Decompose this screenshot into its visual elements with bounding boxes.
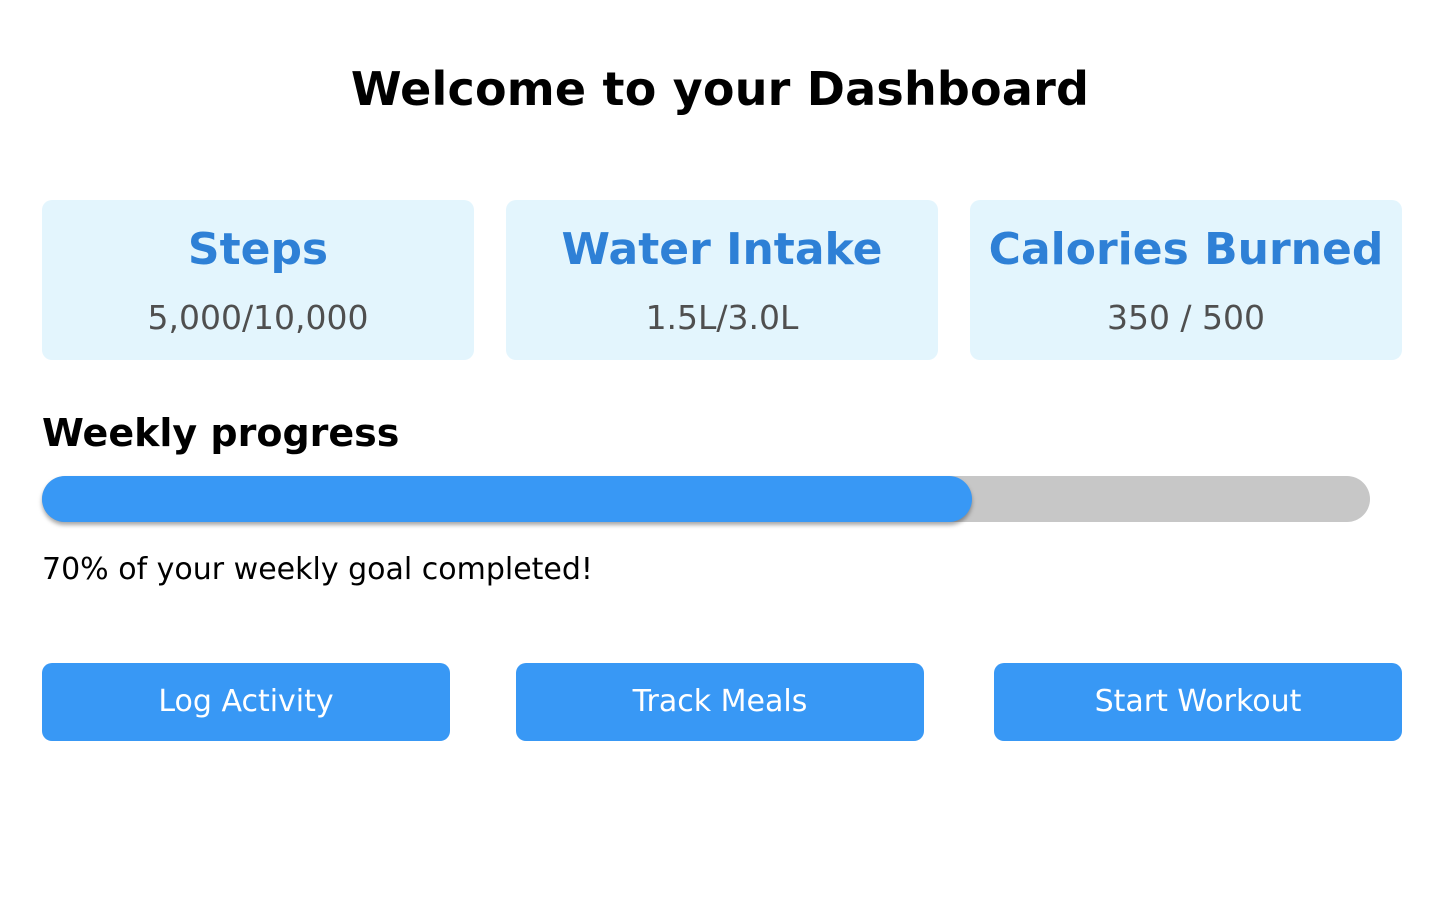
calories-burned-card: Calories Burned 350 / 500 xyxy=(970,200,1402,360)
water-intake-card: Water Intake 1.5L/3.0L xyxy=(506,200,938,360)
weekly-progress-heading: Weekly progress xyxy=(42,411,400,455)
page-title: Welcome to your Dashboard xyxy=(350,62,1090,116)
water-intake-card-value: 1.5L/3.0L xyxy=(645,298,799,337)
weekly-progress-message: 70% of your weekly goal completed! xyxy=(42,552,593,587)
stat-cards: Steps 5,000/10,000 Water Intake 1.5L/3.0… xyxy=(42,200,1402,360)
start-workout-button[interactable]: Start Workout xyxy=(994,663,1402,741)
steps-card-title: Steps xyxy=(187,224,329,275)
log-activity-button[interactable]: Log Activity xyxy=(42,663,450,741)
calories-burned-card-title: Calories Burned xyxy=(988,224,1384,275)
track-meals-button[interactable]: Track Meals xyxy=(516,663,924,741)
weekly-progress-fill xyxy=(42,476,972,522)
action-buttons: Log Activity Track Meals Start Workout xyxy=(42,663,1402,741)
water-intake-card-title: Water Intake xyxy=(561,224,883,275)
calories-burned-card-value: 350 / 500 xyxy=(1106,298,1266,337)
steps-card-value: 5,000/10,000 xyxy=(147,298,369,337)
weekly-progress-bar xyxy=(42,476,1370,522)
steps-card: Steps 5,000/10,000 xyxy=(42,200,474,360)
